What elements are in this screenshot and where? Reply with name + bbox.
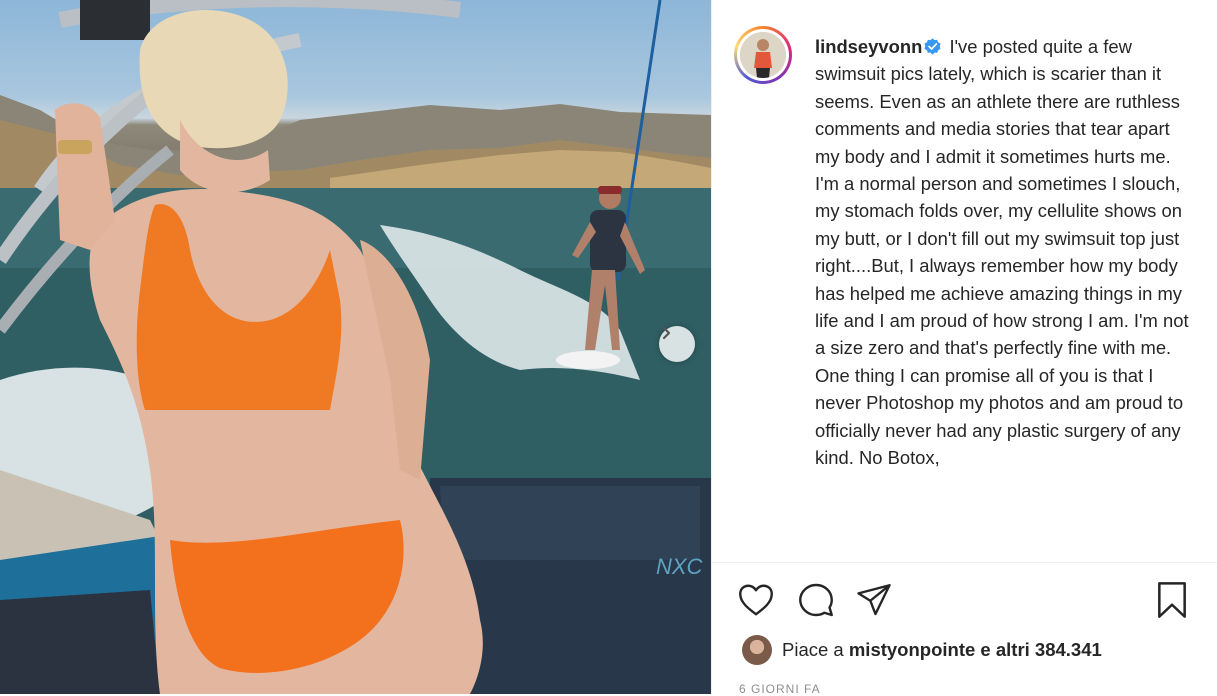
carousel-next-button[interactable] (659, 326, 695, 362)
chevron-right-icon (662, 326, 671, 340)
caption-text: I've posted quite a few swimsuit pics la… (815, 36, 1189, 469)
share-button[interactable] (854, 580, 894, 620)
photo-scene: NXC (0, 0, 711, 694)
comment-button[interactable] (796, 580, 836, 620)
save-button[interactable] (1152, 580, 1192, 620)
liker-username-link[interactable]: mistyonpointe (849, 639, 975, 661)
post-side-panel: lindseyvonn I've posted quite a few swim… (711, 0, 1217, 696)
username-link[interactable]: lindseyvonn (815, 36, 922, 57)
divider (712, 562, 1217, 563)
post-caption: lindseyvonn I've posted quite a few swim… (815, 33, 1195, 555)
comment-icon (799, 583, 833, 617)
bookmark-icon (1158, 582, 1186, 618)
verified-badge-icon (924, 38, 941, 55)
boat-brand-text: NXC (656, 554, 703, 579)
likes-prefix: Piace a (782, 639, 844, 660)
like-button[interactable] (736, 580, 776, 620)
avatar[interactable] (740, 32, 786, 78)
action-bar (736, 580, 1196, 620)
story-ring[interactable] (734, 26, 792, 84)
heart-icon (739, 584, 773, 616)
post-photo[interactable]: NXC (0, 0, 711, 694)
paper-plane-icon (857, 584, 891, 616)
likes-count-link[interactable]: e altri 384.341 (980, 639, 1101, 661)
likes-summary: Piace a mistyonpointe e altri 384.341 (742, 634, 1102, 666)
avatar-image (740, 32, 786, 78)
liker-avatar[interactable] (742, 635, 772, 665)
